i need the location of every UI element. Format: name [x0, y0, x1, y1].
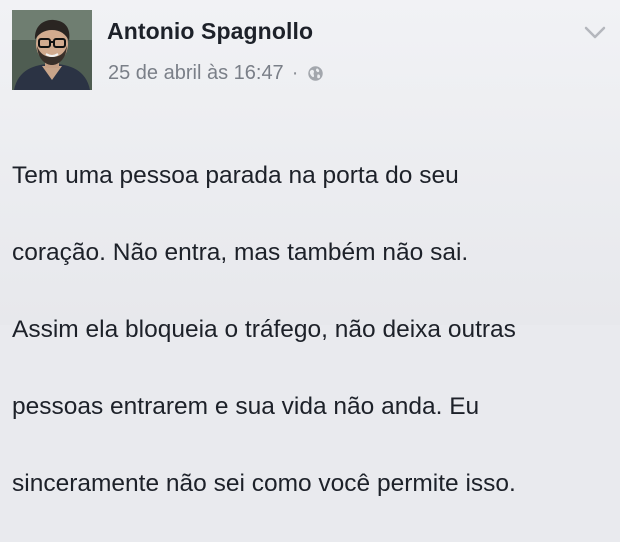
post-body-text: Tem uma pessoa parada na porta do seu co… — [12, 118, 612, 542]
post-text-line: Tem uma pessoa parada na porta do seu — [12, 161, 459, 189]
facebook-post: Antonio Spagnollo 25 de abril às 16:47 ·… — [0, 0, 620, 497]
post-text-line: sinceramente não sei como você permite i… — [12, 469, 516, 497]
meta-separator: · — [291, 62, 299, 84]
chevron-down-icon[interactable] — [584, 26, 606, 40]
avatar[interactable] — [12, 10, 92, 90]
post-meta: 25 de abril às 16:47 · — [108, 62, 324, 85]
post-timestamp[interactable]: 25 de abril às 16:47 — [108, 62, 284, 85]
author-name[interactable]: Antonio Spagnollo — [107, 18, 313, 45]
post-text-line: Assim ela bloqueia o tráfego, não deixa … — [12, 315, 516, 343]
author-avatar-photo — [12, 10, 92, 90]
globe-icon[interactable] — [307, 65, 324, 82]
post-text-line: pessoas entrarem e sua vida não anda. Eu — [12, 392, 480, 420]
post-text-line: coração. Não entra, mas também não sai. — [12, 238, 469, 266]
